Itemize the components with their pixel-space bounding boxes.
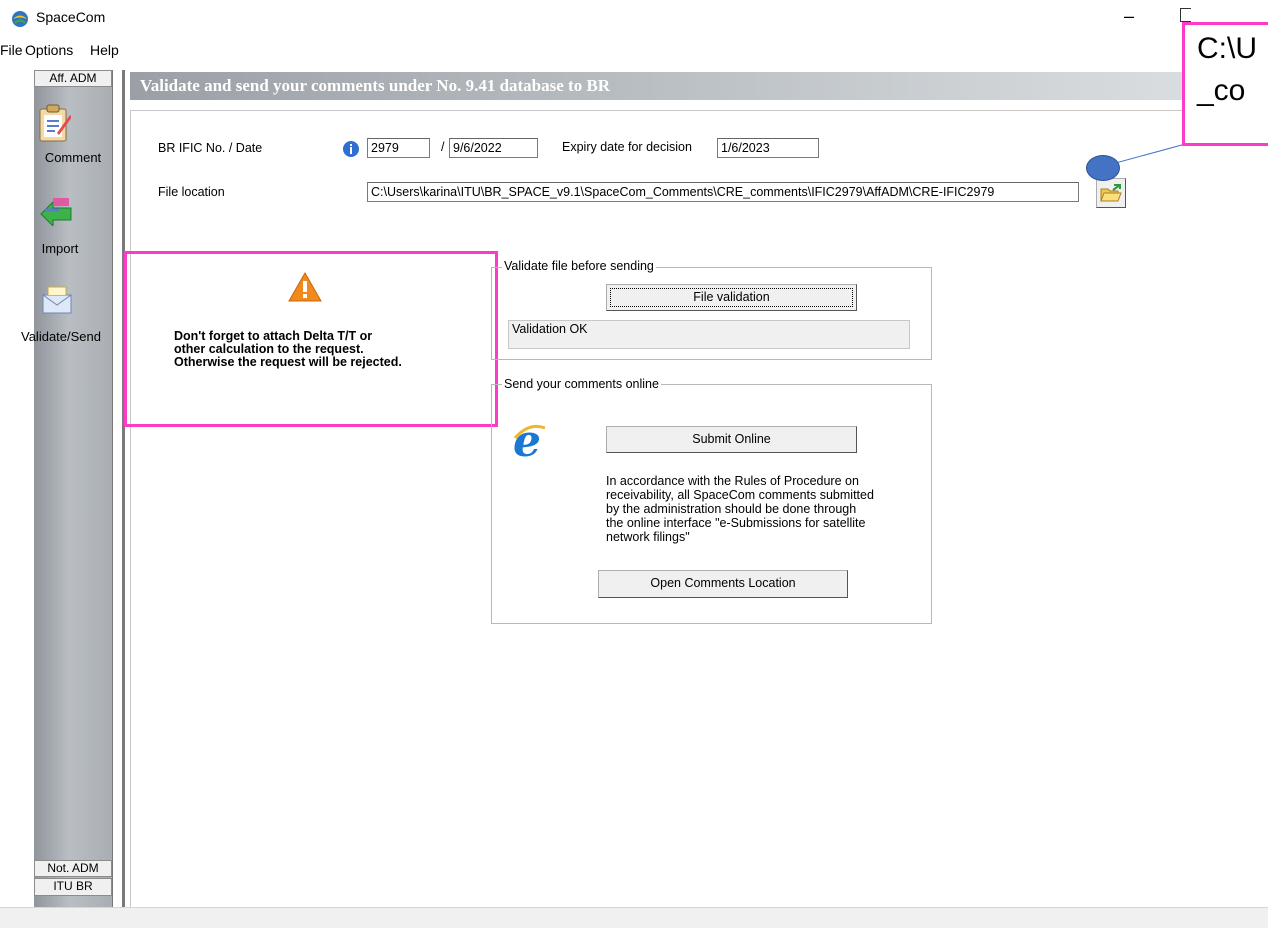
nav-item-validate-send[interactable]: Validate/Send <box>11 329 111 344</box>
ific-label: BR IFIC No. / Date <box>158 141 263 155</box>
status-bar <box>0 907 1268 928</box>
callout-text-line-2: _co <box>1197 74 1246 107</box>
nav-header-aff-adm[interactable]: Aff. ADM <box>34 70 112 87</box>
validation-result-field: Validation OK <box>508 320 910 349</box>
note-line-4: the online interface "e-Submissions for … <box>606 516 866 530</box>
menu-file[interactable]: File <box>0 42 23 58</box>
warning-message: Don't forget to attach Delta T/T or othe… <box>174 330 402 369</box>
callout-text-line-1: C:\U <box>1197 32 1257 65</box>
send-group-title: Send your comments online <box>502 377 661 391</box>
envelope-icon[interactable] <box>41 283 73 318</box>
note-line-3: by the administration should be done thr… <box>606 502 857 516</box>
expiry-label: Expiry date for decision <box>562 140 692 154</box>
callout-box: C:\U _co <box>1182 22 1268 146</box>
ific-date-field[interactable]: 9/6/2022 <box>449 138 538 158</box>
submission-note: In accordance with the Rules of Procedur… <box>606 474 874 544</box>
svg-text:e: e <box>513 418 541 460</box>
spacecom-logo-icon <box>11 10 29 28</box>
note-line-1: In accordance with the Rules of Procedur… <box>606 474 859 488</box>
restore-button[interactable] <box>1180 8 1191 22</box>
validate-group-title: Validate file before sending <box>502 259 656 273</box>
internet-explorer-icon: e <box>511 416 547 467</box>
menu-help[interactable]: Help <box>90 42 119 58</box>
info-icon[interactable] <box>342 140 360 161</box>
note-line-2: receivability, all SpaceCom comments sub… <box>606 488 874 502</box>
import-arrow-icon[interactable] <box>39 196 73 229</box>
file-location-label: File location <box>158 185 225 199</box>
nav-item-comment[interactable]: Comment <box>23 150 123 165</box>
warning-line-3: Otherwise the request will be rejected. <box>174 355 402 369</box>
nav-item-import[interactable]: Import <box>10 241 110 256</box>
nav-header-itu-br[interactable]: ITU BR <box>34 878 112 896</box>
ific-number-field[interactable]: 2979 <box>367 138 430 158</box>
warning-icon <box>288 271 322 305</box>
title-bar <box>0 0 1268 38</box>
file-location-field[interactable]: C:\Users\karina\ITU\BR_SPACE_v9.1\SpaceC… <box>367 182 1079 202</box>
file-validation-button[interactable]: File validation <box>606 284 857 311</box>
comment-clipboard-icon[interactable] <box>37 103 72 146</box>
open-comments-location-button[interactable]: Open Comments Location <box>598 570 848 598</box>
window-title: SpaceCom <box>36 9 106 25</box>
nav-header-not-adm[interactable]: Not. ADM <box>34 860 112 877</box>
submit-online-button[interactable]: Submit Online <box>606 426 857 453</box>
page-title: Validate and send your comments under No… <box>140 76 611 95</box>
minimize-button[interactable]: – <box>1118 6 1140 27</box>
expiry-date-field[interactable]: 1/6/2023 <box>717 138 819 158</box>
callout-dot-marker <box>1086 155 1120 181</box>
menu-options[interactable]: Options <box>25 42 73 58</box>
note-line-5: network filings" <box>606 530 690 544</box>
date-separator: / <box>441 140 445 154</box>
